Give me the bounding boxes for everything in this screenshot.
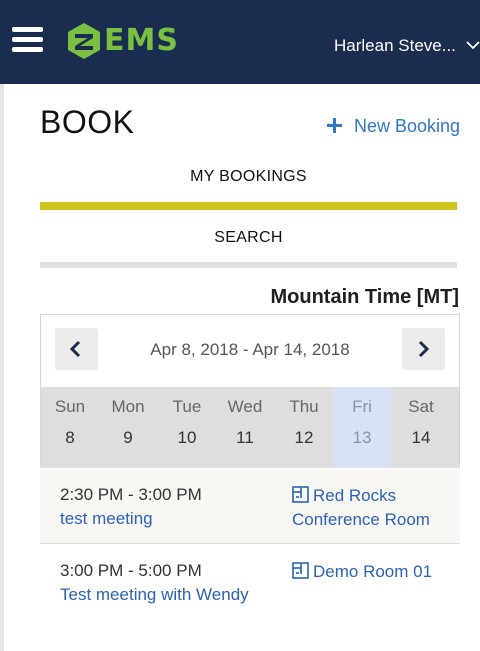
day-thu[interactable]: Thu 12: [275, 387, 333, 468]
day-name: Tue: [172, 397, 202, 416]
day-name: Mon: [111, 397, 145, 416]
day-number: 8: [65, 428, 75, 447]
plus-icon: [327, 118, 342, 133]
date-range: Apr 8, 2018 - Apr 14, 2018: [150, 340, 350, 359]
day-sat[interactable]: Sat 14: [392, 387, 450, 468]
next-week-button[interactable]: [402, 328, 445, 370]
logo-text: EMS: [104, 23, 179, 58]
room-icon: [292, 486, 309, 503]
chevron-right-icon: [418, 340, 430, 358]
page-title: BOOK: [40, 104, 135, 140]
day-name: Wed: [227, 397, 263, 416]
week-calendar: Apr 8, 2018 - Apr 14, 2018 Sun 8 Mon 9 T…: [40, 314, 460, 468]
booking-room-link[interactable]: Demo Room 01: [292, 560, 458, 584]
day-fri-selected[interactable]: Fri 13: [333, 387, 391, 468]
day-sun[interactable]: Sun 8: [41, 387, 99, 468]
week-days-row: Sun 8 Mon 9 Tue 10 Wed 11 Thu 12 Fri 13 …: [41, 387, 459, 468]
day-name: Fri: [352, 397, 372, 416]
booking-room-link[interactable]: Red Rocks Conference Room: [292, 484, 458, 532]
day-mon[interactable]: Mon 9: [99, 387, 157, 468]
day-name: Sun: [54, 397, 86, 416]
room-icon: [292, 562, 309, 579]
day-wed[interactable]: Wed 11: [216, 387, 274, 468]
day-number: 12: [294, 428, 314, 447]
previous-week-button[interactable]: [55, 328, 98, 370]
user-menu[interactable]: Harlean Steve...: [334, 34, 480, 58]
booking-room: Demo Room 01: [313, 562, 433, 581]
user-name: Harlean Steve...: [334, 36, 456, 55]
day-tue[interactable]: Tue 10: [158, 387, 216, 468]
ems-logo-icon: [68, 23, 100, 59]
content-divider: [0, 84, 4, 651]
day-number: 9: [123, 428, 133, 447]
day-number: 13: [352, 428, 372, 447]
timezone-label: Mountain Time [MT]: [270, 286, 460, 308]
top-navigation-bar: EMS ® Harlean Steve...: [0, 0, 480, 84]
day-name: Thu: [289, 397, 319, 416]
logo-trademark: ®: [169, 30, 174, 36]
day-number: 10: [177, 428, 197, 447]
tab-search[interactable]: SEARCH: [40, 229, 457, 259]
booking-room: Red Rocks Conference Room: [292, 486, 430, 529]
hamburger-icon[interactable]: [12, 26, 44, 54]
day-name: Sat: [408, 397, 434, 416]
booking-item[interactable]: 3:00 PM - 5:00 PM Test meeting with Wend…: [40, 545, 460, 620]
new-booking-label: New Booking: [354, 116, 461, 136]
chevron-left-icon: [69, 340, 81, 358]
booking-time: 2:30 PM - 3:00 PM: [60, 485, 202, 504]
booking-name[interactable]: test meeting: [60, 509, 153, 529]
chevron-down-icon: [466, 41, 480, 50]
active-tab-indicator: [40, 202, 457, 210]
day-number: 11: [236, 428, 254, 447]
day-number: 14: [411, 428, 431, 447]
booking-item[interactable]: 2:30 PM - 3:00 PM test meeting Red Rocks…: [40, 469, 460, 544]
tab-my-bookings[interactable]: MY BOOKINGS: [40, 168, 457, 198]
booking-name[interactable]: Test meeting with Wendy: [60, 585, 249, 605]
tab-divider: [40, 262, 457, 268]
booking-time: 3:00 PM - 5:00 PM: [60, 561, 202, 580]
